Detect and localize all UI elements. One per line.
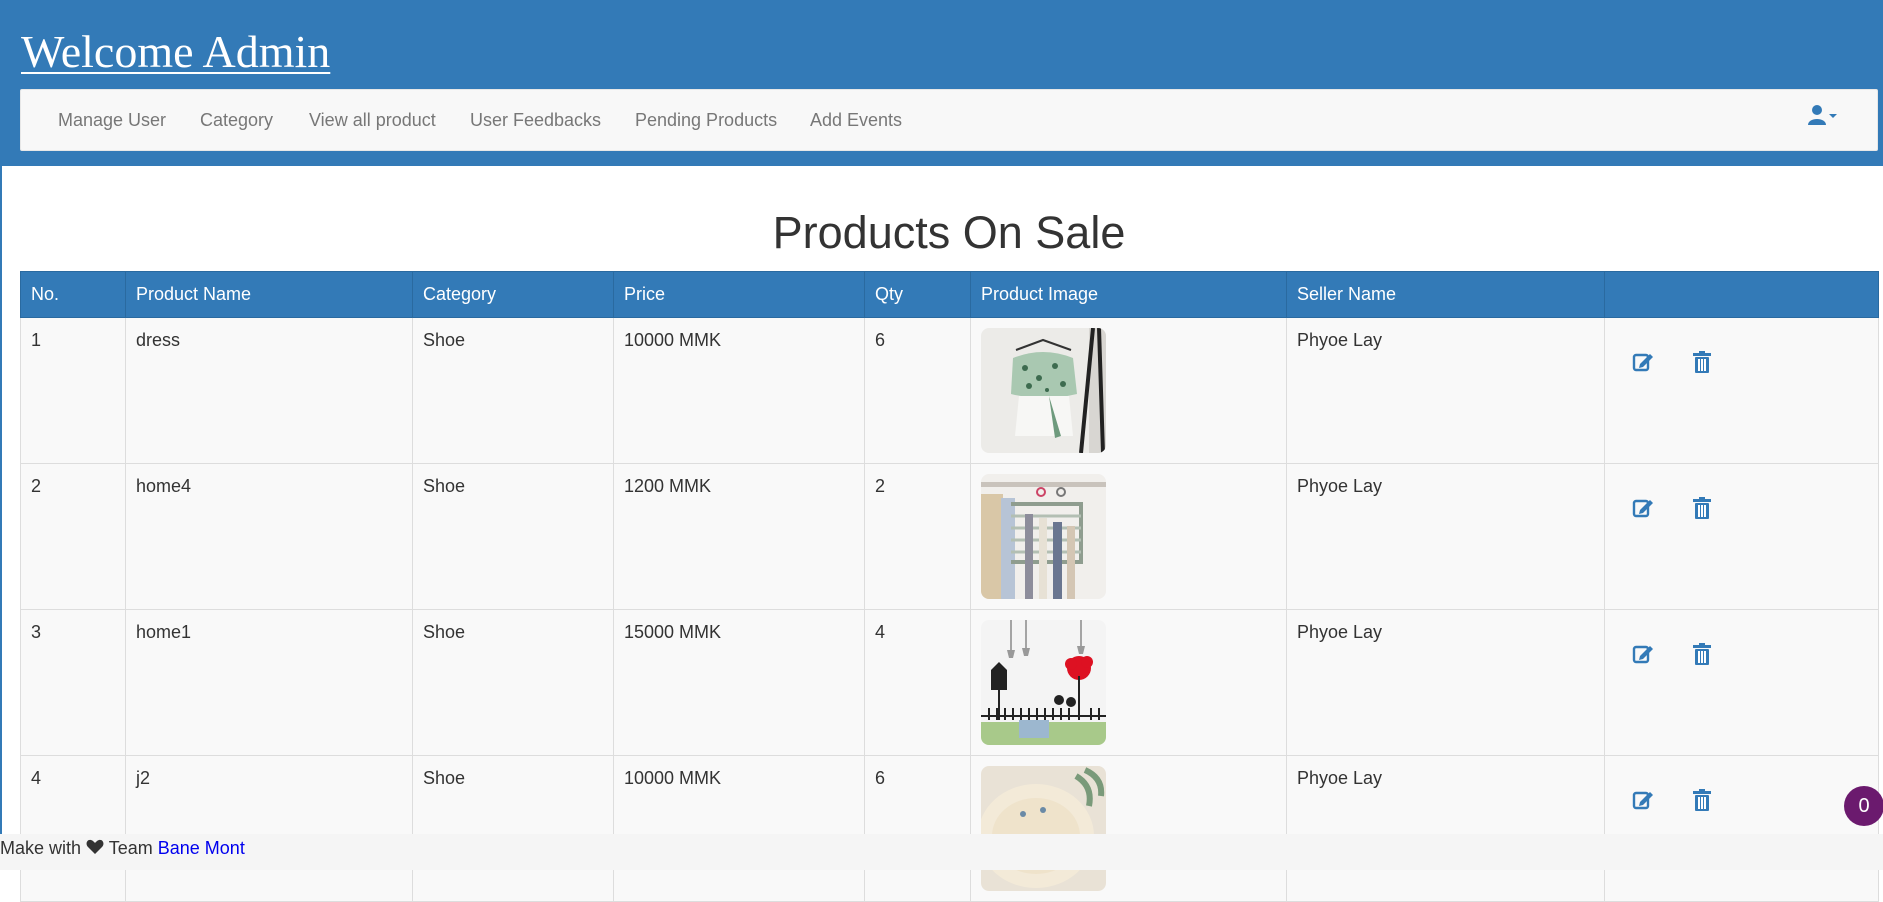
cell-product-image bbox=[970, 609, 1287, 756]
trash-icon bbox=[1693, 789, 1712, 811]
col-header-product-image: Product Image bbox=[970, 271, 1287, 318]
cell-category: Shoe bbox=[412, 317, 614, 464]
delete-button[interactable] bbox=[1690, 350, 1714, 374]
cell-no: 4 bbox=[20, 755, 126, 902]
edit-icon bbox=[1632, 645, 1653, 664]
cell-qty: 2 bbox=[864, 463, 971, 610]
cell-price: 15000 MMK bbox=[613, 609, 865, 756]
cell-product-name: j2 bbox=[125, 755, 413, 902]
footer: Make with Team Bane Mont bbox=[0, 834, 1883, 870]
trash-icon bbox=[1693, 497, 1712, 519]
edit-icon bbox=[1632, 499, 1653, 518]
cell-seller-name: Phyoe Lay bbox=[1286, 317, 1605, 464]
edit-button[interactable] bbox=[1631, 642, 1655, 666]
table-row: 4 j2 Shoe 10000 MMK 6 Phyoe Lay bbox=[20, 755, 1879, 902]
notification-badge[interactable]: 0 bbox=[1844, 786, 1883, 826]
nav-manage-user[interactable]: Manage User bbox=[58, 90, 166, 152]
left-border bbox=[0, 166, 2, 834]
col-header-product-name: Product Name bbox=[125, 271, 413, 318]
header-bar: Welcome Admin Manage User Category View … bbox=[0, 0, 1883, 166]
nav-view-all-product[interactable]: View all product bbox=[309, 90, 436, 152]
col-header-seller-name: Seller Name bbox=[1286, 271, 1605, 318]
cell-actions bbox=[1604, 463, 1879, 610]
cell-price: 10000 MMK bbox=[613, 755, 865, 902]
dress-photo bbox=[981, 328, 1106, 453]
edit-button[interactable] bbox=[1631, 496, 1655, 520]
cell-category: Shoe bbox=[412, 609, 614, 756]
footer-prefix: Make with bbox=[0, 838, 82, 858]
plate-photo bbox=[981, 766, 1106, 891]
cell-category: Shoe bbox=[412, 463, 614, 610]
cell-price: 10000 MMK bbox=[613, 317, 865, 464]
cell-seller-name: Phyoe Lay bbox=[1286, 609, 1605, 756]
cell-product-image bbox=[970, 317, 1287, 464]
cell-no: 1 bbox=[20, 317, 126, 464]
col-header-category: Category bbox=[412, 271, 614, 318]
heart-icon bbox=[86, 839, 104, 854]
hanger-photo bbox=[981, 474, 1106, 599]
cell-qty: 6 bbox=[864, 755, 971, 902]
delete-button[interactable] bbox=[1690, 788, 1714, 812]
user-icon bbox=[1808, 105, 1837, 125]
cell-qty: 4 bbox=[864, 609, 971, 756]
cell-price: 1200 MMK bbox=[613, 463, 865, 610]
cell-no: 3 bbox=[20, 609, 126, 756]
edit-button[interactable] bbox=[1631, 350, 1655, 374]
nav-pending-products[interactable]: Pending Products bbox=[635, 90, 777, 152]
table-header-row: No. Product Name Category Price Qty Prod… bbox=[20, 271, 1879, 318]
col-header-no: No. bbox=[20, 271, 126, 318]
delete-button[interactable] bbox=[1690, 642, 1714, 666]
footer-team-text: Team bbox=[108, 838, 153, 858]
edit-icon bbox=[1632, 353, 1653, 372]
cell-actions bbox=[1604, 755, 1879, 902]
page-title: Products On Sale bbox=[772, 207, 1126, 258]
edit-icon bbox=[1632, 791, 1653, 810]
welcome-title[interactable]: Welcome Admin bbox=[21, 22, 330, 82]
nav-user-feedbacks[interactable]: User Feedbacks bbox=[470, 90, 601, 152]
cell-no: 2 bbox=[20, 463, 126, 610]
cell-product-name: home4 bbox=[125, 463, 413, 610]
cell-product-image bbox=[970, 755, 1287, 902]
cell-actions bbox=[1604, 317, 1879, 464]
delete-button[interactable] bbox=[1690, 496, 1714, 520]
wall-sticker-photo bbox=[981, 620, 1106, 745]
col-header-qty: Qty bbox=[864, 271, 971, 318]
col-header-actions bbox=[1604, 271, 1879, 318]
cell-product-image bbox=[970, 463, 1287, 610]
cell-seller-name: Phyoe Lay bbox=[1286, 463, 1605, 610]
trash-icon bbox=[1693, 351, 1712, 373]
table-row: 2 home4 Shoe 1200 MMK 2 Phyoe Lay bbox=[20, 463, 1879, 610]
nav-category[interactable]: Category bbox=[200, 90, 273, 152]
cell-product-name: home1 bbox=[125, 609, 413, 756]
cell-actions bbox=[1604, 609, 1879, 756]
cell-product-name: dress bbox=[125, 317, 413, 464]
table-row: 3 home1 Shoe 15000 MMK 4 Phyoe Lay bbox=[20, 609, 1879, 756]
nav-add-events[interactable]: Add Events bbox=[810, 90, 902, 152]
user-menu-dropdown[interactable] bbox=[1807, 104, 1841, 128]
navbar: Manage User Category View all product Us… bbox=[20, 89, 1878, 151]
cell-category: Shoe bbox=[412, 755, 614, 902]
edit-button[interactable] bbox=[1631, 788, 1655, 812]
trash-icon bbox=[1693, 643, 1712, 665]
cell-qty: 6 bbox=[864, 317, 971, 464]
cell-seller-name: Phyoe Lay bbox=[1286, 755, 1605, 902]
footer-team-link[interactable]: Bane Mont bbox=[158, 838, 245, 858]
col-header-price: Price bbox=[613, 271, 865, 318]
products-table: No. Product Name Category Price Qty Prod… bbox=[20, 271, 1879, 902]
table-row: 1 dress Shoe 10000 MMK 6 Phyoe Lay bbox=[20, 317, 1879, 464]
